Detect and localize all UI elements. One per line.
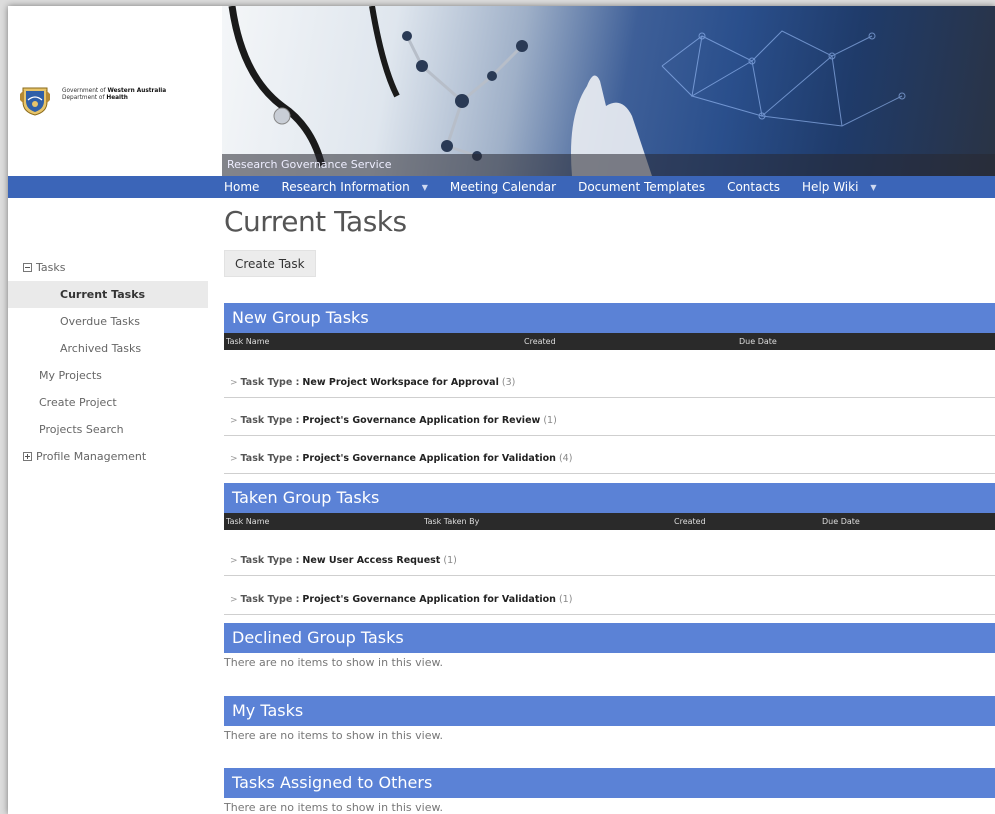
nav-meeting-calendar[interactable]: Meeting Calendar bbox=[450, 180, 556, 194]
task-group-row[interactable]: > Task Type : Project's Governance Applic… bbox=[224, 585, 995, 615]
leftnav-overdue-tasks[interactable]: Overdue Tasks bbox=[8, 308, 208, 335]
browser-frame: Government of Western Australia Departme… bbox=[8, 6, 995, 814]
page-title: Current Tasks bbox=[224, 205, 407, 238]
nav-research-information[interactable]: Research Information ▼ bbox=[281, 180, 427, 194]
leftnav-projects-search[interactable]: Projects Search bbox=[8, 416, 208, 443]
nav-document-templates[interactable]: Document Templates bbox=[578, 180, 705, 194]
column-created[interactable]: Created bbox=[524, 333, 556, 350]
column-due-date[interactable]: Due Date bbox=[822, 513, 860, 530]
leftnav-profile-management[interactable]: Profile Management bbox=[8, 443, 208, 470]
expand-arrow-icon[interactable]: > bbox=[230, 556, 238, 566]
expand-arrow-icon[interactable]: > bbox=[230, 454, 238, 464]
top-navigation: Home Research Information ▼ Meeting Calen… bbox=[8, 176, 995, 198]
expand-arrow-icon[interactable]: > bbox=[230, 378, 238, 388]
column-task-taken-by[interactable]: Task Taken By bbox=[424, 513, 479, 530]
expand-arrow-icon[interactable]: > bbox=[230, 595, 238, 605]
column-task-name[interactable]: Task Name bbox=[226, 333, 269, 350]
new-group-column-headers: Task Name Created Due Date bbox=[224, 333, 995, 350]
header-banner: Research Governance Service bbox=[222, 6, 995, 176]
column-task-name[interactable]: Task Name bbox=[226, 513, 269, 530]
leftnav-tasks[interactable]: Tasks bbox=[8, 254, 208, 281]
task-group-row[interactable]: > Task Type : Project's Governance Applic… bbox=[224, 444, 995, 474]
empty-message: There are no items to show in this view. bbox=[224, 656, 443, 669]
create-task-button[interactable]: Create Task bbox=[224, 250, 316, 277]
my-tasks-header: My Tasks bbox=[224, 696, 995, 726]
expand-icon[interactable] bbox=[23, 452, 32, 461]
site-logo-area[interactable]: Government of Western Australia Departme… bbox=[8, 6, 222, 176]
nav-home[interactable]: Home bbox=[224, 180, 259, 194]
leftnav-archived-tasks[interactable]: Archived Tasks bbox=[8, 335, 208, 362]
government-name: Government of Western Australia Departme… bbox=[62, 88, 167, 101]
new-group-tasks-header: New Group Tasks bbox=[224, 303, 995, 333]
column-due-date[interactable]: Due Date bbox=[739, 333, 777, 350]
expand-arrow-icon[interactable]: > bbox=[230, 416, 238, 426]
column-created[interactable]: Created bbox=[674, 513, 706, 530]
nav-help-wiki[interactable]: Help Wiki ▼ bbox=[802, 180, 877, 194]
task-group-row[interactable]: > Task Type : Project's Governance Applic… bbox=[224, 406, 995, 436]
wa-crest-logo bbox=[20, 87, 50, 116]
task-group-row[interactable]: > Task Type : New User Access Request (1) bbox=[224, 546, 995, 576]
dropdown-arrow-icon[interactable]: ▼ bbox=[422, 183, 428, 192]
main-content: Current Tasks Create Task New Group Task… bbox=[222, 202, 995, 814]
taken-group-tasks-header: Taken Group Tasks bbox=[224, 483, 995, 513]
dropdown-arrow-icon[interactable]: ▼ bbox=[870, 183, 876, 192]
empty-message: There are no items to show in this view. bbox=[224, 729, 443, 742]
empty-message: There are no items to show in this view. bbox=[224, 801, 443, 814]
leftnav-current-tasks[interactable]: Current Tasks bbox=[8, 281, 208, 308]
banner-illustration bbox=[228, 6, 906, 176]
task-group-row[interactable]: > Task Type : New Project Workspace for A… bbox=[224, 368, 995, 398]
tasks-assigned-to-others-header: Tasks Assigned to Others bbox=[224, 768, 995, 798]
left-navigation: Tasks Current Tasks Overdue Tasks Archiv… bbox=[8, 254, 208, 470]
nav-contacts[interactable]: Contacts bbox=[727, 180, 780, 194]
leftnav-my-projects[interactable]: My Projects bbox=[8, 362, 208, 389]
collapse-icon[interactable] bbox=[23, 263, 32, 272]
banner-caption: Research Governance Service bbox=[222, 154, 995, 176]
taken-group-column-headers: Task Name Task Taken By Created Due Date bbox=[224, 513, 995, 530]
leftnav-create-project[interactable]: Create Project bbox=[8, 389, 208, 416]
declined-group-tasks-header: Declined Group Tasks bbox=[224, 623, 995, 653]
